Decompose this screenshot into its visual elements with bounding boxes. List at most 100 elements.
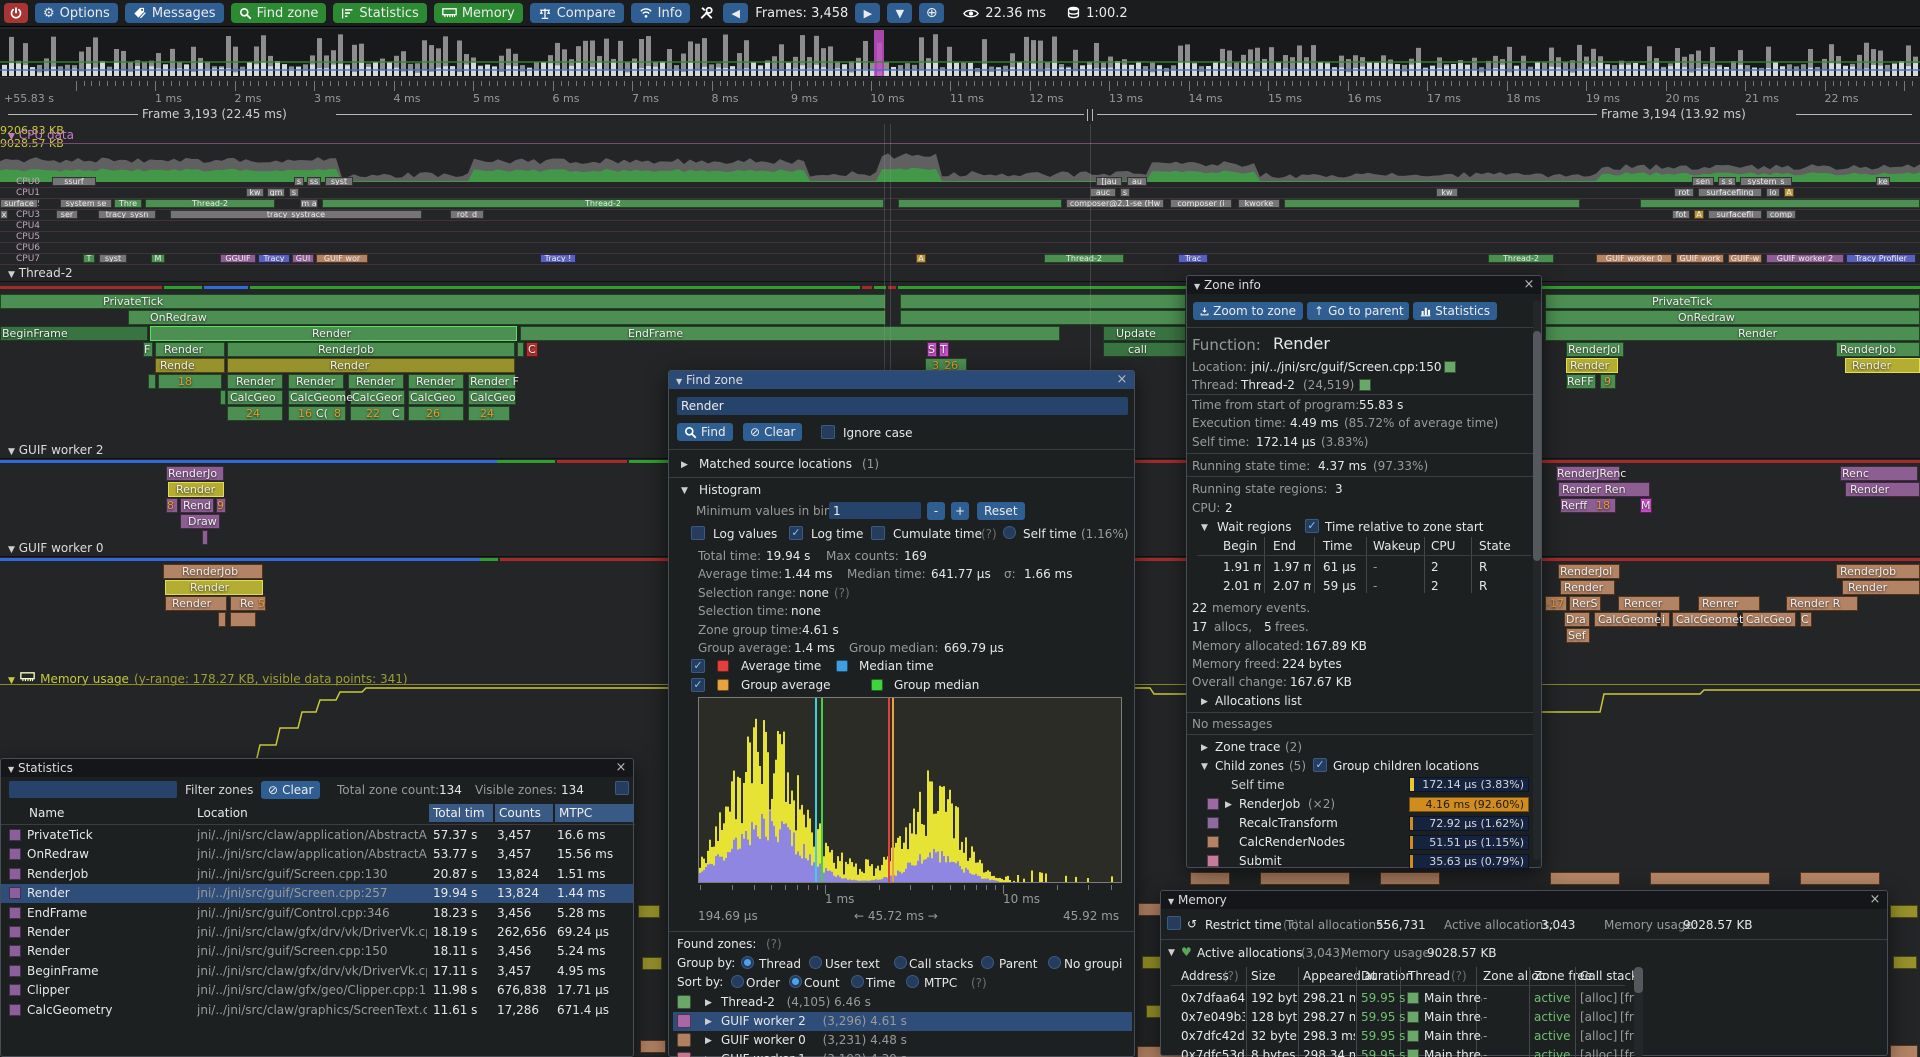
cpu-zone-chip[interactable] xyxy=(898,199,1062,208)
timeline-zone[interactable] xyxy=(1840,466,1918,481)
legend-color-swatch[interactable] xyxy=(717,679,729,691)
zone-info-window-close-button[interactable]: × xyxy=(1521,277,1537,292)
found-group-name[interactable]: GUIF worker 0 xyxy=(721,1033,806,1047)
wait-regions-expander[interactable]: ▼ xyxy=(1201,523,1208,533)
cpu-zone-chip[interactable]: A xyxy=(916,254,926,263)
options-button[interactable]: ⚙Options xyxy=(35,3,118,23)
cpu-zone-chip[interactable]: tracy_sysn xyxy=(98,210,156,219)
statistics-window-titlebar[interactable]: ▼ Statistics xyxy=(1,759,633,777)
reset-button[interactable]: Reset xyxy=(977,502,1025,520)
alloc-col-header[interactable]: Size xyxy=(1251,969,1276,983)
found-group-name[interactable]: GUIF worker 2 xyxy=(721,1014,806,1028)
zone-info-scroll-thumb[interactable] xyxy=(1533,331,1541,561)
location-value[interactable]: jni/../jni/src/guif/Screen.cpp:150 xyxy=(1251,360,1442,374)
group-children-checkbox[interactable]: ✓ xyxy=(1313,758,1327,772)
child-zone-swatch[interactable] xyxy=(1207,798,1219,810)
histogram-expander[interactable]: ▼ xyxy=(681,486,688,496)
tools-button[interactable] xyxy=(697,3,716,23)
cpu-zone-chip[interactable]: GUIF worker 2 xyxy=(1766,254,1844,263)
wait-col-header[interactable]: Begin xyxy=(1223,539,1257,553)
find-zone-histogram[interactable] xyxy=(698,697,1122,883)
cpu-zone-chip[interactable]: s xyxy=(289,188,299,197)
stats-row-name[interactable]: Render xyxy=(27,944,193,958)
timeline-zone[interactable] xyxy=(1893,956,1917,969)
stats-row-name[interactable]: OnRedraw xyxy=(27,847,193,861)
timeline-zone[interactable] xyxy=(180,514,220,529)
zoom-to-zone-button[interactable]: Zoom to zone xyxy=(1193,302,1303,320)
timeline-zone[interactable] xyxy=(227,342,515,357)
clear-filter-button[interactable]: ⊘ Clear xyxy=(261,781,320,799)
sort-by-order[interactable] xyxy=(731,975,744,988)
cpu-zone-chip[interactable]: system_s xyxy=(1740,177,1792,186)
alloc-callstack-alloc[interactable]: [alloc] xyxy=(1580,991,1620,1005)
group-color-swatch[interactable] xyxy=(677,1033,691,1047)
cpu-zone-chip[interactable]: A xyxy=(1784,188,1794,197)
cpu-zone-chip[interactable]: Thread-2 xyxy=(1488,254,1554,263)
group-by-parent[interactable] xyxy=(981,956,994,969)
log-time-checkbox[interactable]: ✓ xyxy=(789,526,803,540)
wait-col-header[interactable]: Wakeup xyxy=(1373,539,1421,553)
timeline-zone[interactable] xyxy=(1545,310,1920,325)
stats-row-mtpc[interactable]: 1.44 ms xyxy=(557,886,631,900)
group-by-user-text[interactable] xyxy=(809,956,822,969)
timeline-zone[interactable] xyxy=(927,342,937,357)
cpu-zone-chip[interactable]: Thre xyxy=(114,199,142,208)
alloc-col-help[interactable]: (?) xyxy=(1223,969,1239,983)
statistics-button[interactable]: Statistics xyxy=(1413,302,1497,320)
alloc-col-help[interactable]: (?) xyxy=(1451,969,1467,983)
group-expander[interactable]: ▶ xyxy=(705,1017,712,1027)
cpu-zone-chip[interactable]: surfacefli xyxy=(1708,210,1762,219)
group-by-thread[interactable] xyxy=(741,956,754,969)
stats-row-location[interactable]: jni/../jni/src/claw/gfx/geo/Clipper.cpp:… xyxy=(197,983,427,997)
stats-row-mtpc[interactable]: 4.95 ms xyxy=(557,964,631,978)
cpu-zone-chip[interactable]: ssurf xyxy=(52,177,96,186)
stats-row-location[interactable]: jni/../jni/src/guif/Control.cpp:346 xyxy=(197,906,427,920)
timeline-zone[interactable] xyxy=(1545,294,1920,309)
memory-window-titlebar[interactable]: ▼ Memory xyxy=(1161,891,1887,909)
alloc-callstack-free[interactable]: [free] xyxy=(1620,1048,1634,1057)
cpu-zone-chip[interactable]: s xyxy=(1120,188,1130,197)
stats-row-name[interactable]: Render xyxy=(27,925,193,939)
timeline-zone[interactable] xyxy=(288,390,346,405)
timeline-zone[interactable] xyxy=(1890,1045,1918,1057)
stats-row-counts[interactable]: 262,656 xyxy=(497,925,551,939)
timeline-zone[interactable] xyxy=(128,310,886,325)
timeline-zone[interactable] xyxy=(143,342,153,357)
stats-row-total[interactable]: 20.87 s xyxy=(433,867,491,881)
child-zone-name[interactable]: CalcRenderNodes xyxy=(1239,835,1345,849)
cpu-zone-chip[interactable]: ss xyxy=(307,177,321,186)
alloc-callstack-alloc[interactable]: [alloc] xyxy=(1580,1010,1620,1024)
stats-row-mtpc[interactable]: 15.56 ms xyxy=(557,847,631,861)
timeline-zone[interactable] xyxy=(526,342,538,357)
stats-row-counts[interactable]: 3,457 xyxy=(497,964,551,978)
alloc-col-header[interactable]: Duration xyxy=(1361,969,1413,983)
find-zone-window-close-button[interactable]: × xyxy=(1114,372,1130,387)
stats-row-location[interactable]: jni/../jni/src/claw/gfx/drv/vk/DriverVk.… xyxy=(197,964,427,978)
cpu-zone-chip[interactable]: Tracy Profiler xyxy=(1846,254,1916,263)
stats-row-mtpc[interactable]: 16.6 ms xyxy=(557,828,631,842)
cpu-zone-chip[interactable]: composer (i xyxy=(1170,199,1232,208)
stats-row-total[interactable]: 18.23 s xyxy=(433,906,491,920)
frame-overview-strip[interactable] xyxy=(0,29,1920,78)
timeline-zone[interactable] xyxy=(227,406,283,421)
timeline-zone[interactable] xyxy=(900,294,1186,309)
stats-row-name[interactable]: EndFrame xyxy=(27,906,193,920)
cpu-zone-chip[interactable]: surface xyxy=(0,199,38,208)
stats-row-name[interactable]: BeginFrame xyxy=(27,964,193,978)
stats-row-name[interactable]: Clipper xyxy=(27,983,193,997)
stats-row-total[interactable]: 18.19 s xyxy=(433,925,491,939)
timeline-zone[interactable] xyxy=(408,390,464,405)
col-header-mtpc[interactable]: MTPC xyxy=(555,804,634,822)
alloc-callstack-alloc[interactable]: [alloc] xyxy=(1580,1048,1620,1057)
cpu-zone-chip[interactable]: Thread-2 xyxy=(1044,254,1124,263)
child-zone-swatch[interactable] xyxy=(1207,855,1219,867)
timeline-zone[interactable] xyxy=(1545,326,1920,341)
timeline-zone[interactable] xyxy=(350,406,405,421)
cpu-zone-chip[interactable]: composer@2.1-se (Hw xyxy=(1066,199,1164,208)
timeline-zone[interactable] xyxy=(1556,466,1620,481)
cpu-zone-chip[interactable]: syst xyxy=(99,254,127,263)
cpu-zone-chip[interactable]: GUIF-w xyxy=(1728,254,1762,263)
alloc-address[interactable]: 0x7dfc53d898 xyxy=(1181,1048,1245,1057)
timeline-zone[interactable] xyxy=(900,310,1186,325)
cpu-data-section-header[interactable]: ▼ CPU data xyxy=(8,128,74,142)
